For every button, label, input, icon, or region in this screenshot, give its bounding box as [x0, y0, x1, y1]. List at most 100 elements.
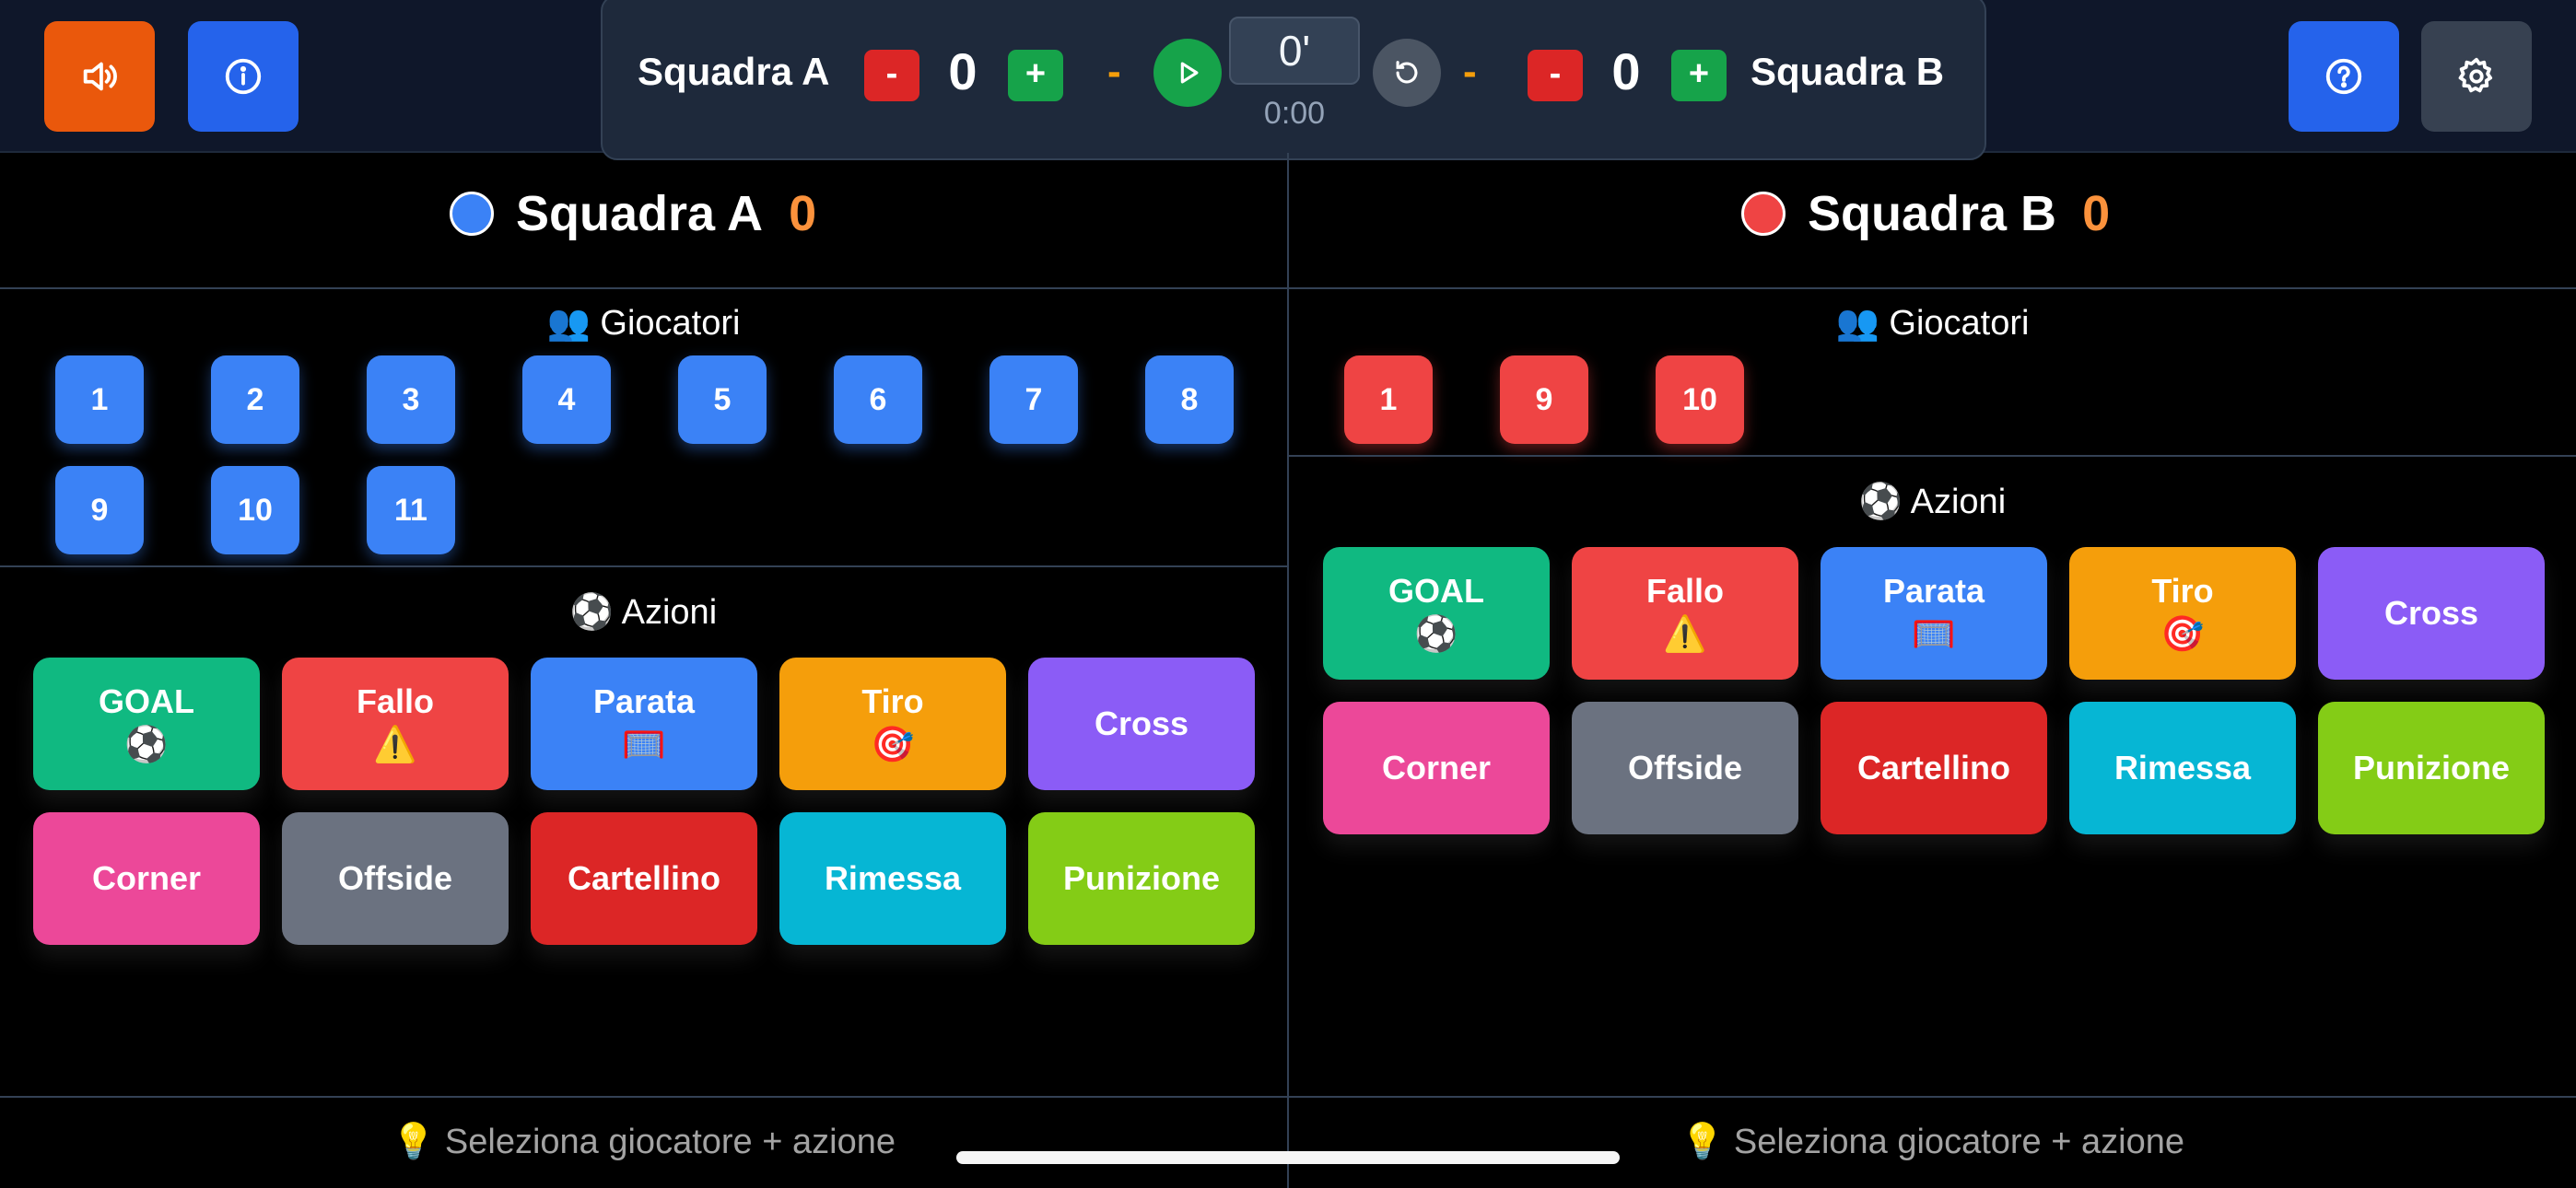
action-label: Tiro [2151, 572, 2214, 610]
action-label: Parata [592, 682, 696, 720]
action-label: Fallo [356, 682, 434, 720]
action-emoji-icon: 🥅 [622, 726, 666, 764]
action-goal-button[interactable]: GOAL ⚽ [33, 658, 260, 790]
team-a-score: 0 [948, 42, 978, 100]
question-circle-icon [2325, 58, 2362, 95]
action-rimessa-button[interactable]: Rimessa [2069, 702, 2296, 834]
team-a-players-label: 👥 Giocatori [546, 304, 741, 343]
team-b-panel-score: 0 [2082, 186, 2111, 241]
player-button[interactable]: 10 [211, 466, 299, 554]
action-parata-button[interactable]: Parata 🥅 [1821, 547, 2047, 680]
action-cross-button[interactable]: Cross [2318, 547, 2545, 680]
team-b-header: Squadra B 0 [1741, 181, 2110, 247]
action-label: Offside [337, 859, 452, 897]
action-label: Rimessa [2113, 749, 2252, 786]
separator: - [1107, 49, 1121, 94]
scoreboard-team-a-name: Squadra A [638, 50, 830, 93]
player-button[interactable]: 2 [211, 355, 299, 444]
player-button[interactable]: 11 [367, 466, 455, 554]
top-bar: Squadra A - 0 + - - - 0 + Squadra B 0' 0… [0, 0, 2576, 160]
action-emoji-icon: 🎯 [2160, 615, 2205, 654]
action-emoji-icon: ⚽ [124, 726, 169, 764]
divider [1289, 287, 2576, 289]
play-button[interactable] [1153, 39, 1222, 107]
divider [0, 1096, 1287, 1098]
player-button[interactable]: 1 [55, 355, 144, 444]
action-label: Offside [1627, 749, 1742, 786]
action-label: Rimessa [824, 859, 962, 897]
divider [1289, 1096, 2576, 1098]
action-cartellino-button[interactable]: Cartellino [531, 812, 757, 945]
action-punizione-button[interactable]: Punizione [1028, 812, 1255, 945]
action-punizione-button[interactable]: Punizione [2318, 702, 2545, 834]
action-corner-button[interactable]: Corner [1323, 702, 1550, 834]
action-rimessa-button[interactable]: Rimessa [779, 812, 1006, 945]
info-button[interactable] [188, 21, 299, 132]
action-emoji-icon: 🎯 [871, 726, 915, 764]
action-label: Parata [1882, 572, 1985, 610]
player-button[interactable]: 8 [1145, 355, 1234, 444]
player-button[interactable]: 3 [367, 355, 455, 444]
player-button[interactable]: 10 [1656, 355, 1744, 444]
play-icon [1180, 62, 1199, 84]
player-button[interactable]: 7 [989, 355, 1078, 444]
action-tiro-button[interactable]: Tiro 🎯 [779, 658, 1006, 790]
action-fallo-button[interactable]: Fallo ⚠️ [1572, 547, 1798, 680]
team-a-header: Squadra A 0 [450, 181, 816, 247]
sound-button[interactable] [44, 21, 155, 132]
action-emoji-icon: ⚽ [1414, 615, 1458, 654]
action-offside-button[interactable]: Offside [282, 812, 509, 945]
action-label: Cross [2383, 594, 2479, 632]
player-button[interactable]: 4 [522, 355, 611, 444]
gear-icon [2458, 57, 2493, 93]
action-corner-button[interactable]: Corner [33, 812, 260, 945]
action-label: Cartellino [1856, 749, 2011, 786]
info-icon [225, 58, 262, 95]
speaker-icon [83, 62, 117, 91]
team-b-minus-button[interactable]: - [1528, 50, 1583, 101]
team-b-title: Squadra B [1808, 186, 2057, 241]
action-tiro-button[interactable]: Tiro 🎯 [2069, 547, 2296, 680]
action-emoji-icon: ⚠️ [373, 726, 417, 764]
action-label: Punizione [1063, 859, 1220, 897]
action-goal-button[interactable]: GOAL ⚽ [1323, 547, 1550, 680]
action-parata-button[interactable]: Parata 🥅 [531, 658, 757, 790]
action-label: Fallo [1645, 572, 1724, 610]
action-emoji-icon: 🥅 [1912, 615, 1956, 654]
team-b-players-label: 👥 Giocatori [1835, 304, 2030, 343]
team-a-minus-button[interactable]: - [864, 50, 919, 101]
action-offside-button[interactable]: Offside [1572, 702, 1798, 834]
team-a-plus-button[interactable]: + [1008, 50, 1063, 101]
action-fallo-button[interactable]: Fallo ⚠️ [282, 658, 509, 790]
reset-button[interactable] [1373, 39, 1441, 107]
team-a-panel-score: 0 [789, 186, 817, 241]
team-a-color-dot [450, 192, 494, 236]
player-button[interactable]: 1 [1344, 355, 1433, 444]
team-b-score: 0 [1611, 42, 1641, 100]
reset-icon [1396, 61, 1418, 84]
action-label: Cross [1094, 705, 1189, 742]
player-button[interactable]: 9 [55, 466, 144, 554]
action-emoji-icon: ⚠️ [1663, 615, 1707, 654]
match-timer: 0:00 [1263, 96, 1326, 131]
team-a-actions-label: ⚽ Azioni [569, 593, 718, 632]
action-label: Punizione [2353, 749, 2510, 786]
settings-button[interactable] [2421, 21, 2532, 132]
divider [0, 565, 1287, 567]
action-label: Corner [1381, 749, 1492, 786]
action-label: GOAL [99, 682, 194, 720]
team-b-color-dot [1741, 192, 1786, 236]
player-button[interactable]: 5 [678, 355, 767, 444]
help-button[interactable] [2289, 21, 2399, 132]
player-button[interactable]: 6 [834, 355, 922, 444]
action-cross-button[interactable]: Cross [1028, 658, 1255, 790]
action-label: Tiro [861, 682, 924, 720]
home-indicator [956, 1151, 1620, 1164]
team-b-plus-button[interactable]: + [1671, 50, 1727, 101]
separator: - [1463, 49, 1477, 94]
match-minute: 0' [1229, 17, 1360, 85]
action-label: Corner [91, 859, 202, 897]
divider [0, 287, 1287, 289]
action-cartellino-button[interactable]: Cartellino [1821, 702, 2047, 834]
player-button[interactable]: 9 [1500, 355, 1588, 444]
